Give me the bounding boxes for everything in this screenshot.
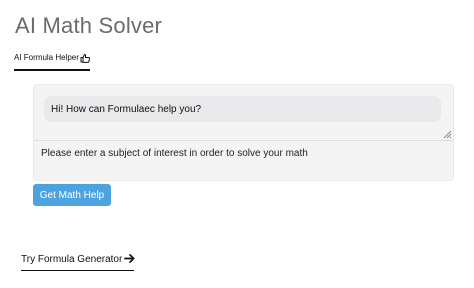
tab-label: AI Formula Helper — [14, 53, 79, 62]
pointing-hand-icon — [80, 54, 90, 63]
page-title: AI Math Solver — [15, 13, 163, 38]
generator-link-label: Try Formula Generator — [21, 253, 123, 265]
assistant-message: Hi! How can Formulaec help you? — [44, 96, 441, 122]
resize-handle-icon[interactable] — [443, 130, 452, 139]
try-formula-generator-link[interactable]: Try Formula Generator — [21, 251, 135, 271]
math-question-input[interactable] — [34, 141, 453, 179]
tab-ai-formula-helper[interactable]: AI Formula Helper — [14, 49, 90, 71]
get-math-help-button[interactable]: Get Math Help — [33, 184, 111, 206]
arrow-right-icon — [124, 254, 135, 263]
